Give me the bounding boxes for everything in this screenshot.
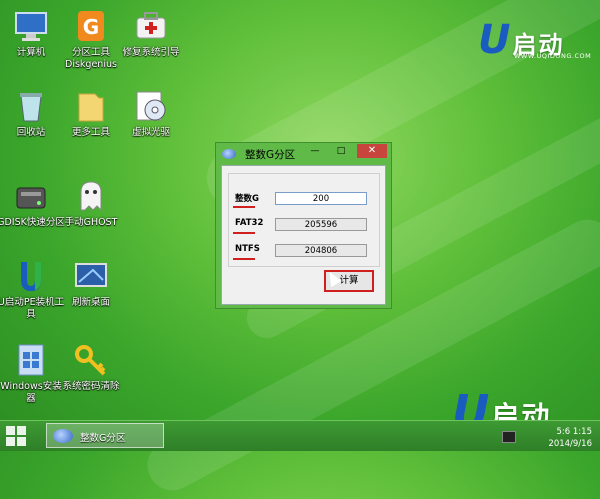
recycle-bin-icon: [13, 88, 49, 124]
close-button[interactable]: ✕: [357, 144, 387, 158]
u-installer-icon: [13, 258, 49, 294]
fat32-label: FAT32: [235, 218, 264, 228]
app-icon: [222, 149, 236, 159]
desktop-icon-repair-boot[interactable]: 修复系统引导: [116, 8, 186, 59]
key-icon: [73, 342, 109, 378]
size-input[interactable]: 200: [275, 192, 367, 205]
desktop-icon-refresh[interactable]: 刷新桌面: [56, 258, 126, 309]
dialog-title: 整数G分区: [245, 149, 296, 161]
refresh-desktop-icon: [73, 258, 109, 294]
minimize-button[interactable]: —: [305, 144, 325, 158]
brand-logo-top: U 启动 WWW.UQIDONG.COM: [478, 17, 592, 63]
ghost-icon: [73, 178, 109, 214]
tray-icon[interactable]: [502, 431, 516, 443]
dialog-titlebar[interactable]: 整数G分区 — □ ✕: [216, 143, 391, 165]
app-icon: [53, 429, 73, 443]
maximize-button[interactable]: □: [331, 144, 351, 158]
svg-text:G: G: [83, 15, 99, 39]
fat32-value: 205596: [275, 218, 367, 231]
desktop-icon-virtual-drive[interactable]: 虚拟光驱: [116, 88, 186, 139]
toolbox-icon: [133, 8, 169, 44]
clock[interactable]: 5:6 1:15 2014/9/16: [548, 426, 592, 450]
gdisk-icon: [13, 178, 49, 214]
folder-icon: [73, 88, 109, 124]
taskbar: 整数G分区 5:6 1:15 2014/9/16: [0, 420, 600, 451]
ntfs-underline: [233, 258, 255, 260]
taskbar-item-partition[interactable]: 整数G分区: [46, 423, 164, 448]
size-underline: [233, 206, 255, 208]
desktop-icon-password-clear[interactable]: 系统密码清除: [56, 342, 126, 393]
start-button[interactable]: [6, 426, 26, 446]
partition-dialog[interactable]: 整数G分区 — □ ✕ 整数G 200 FAT32 205596 NTFS 20…: [215, 142, 392, 309]
diskgenius-icon: G: [73, 8, 109, 44]
size-label: 整数G: [235, 194, 259, 204]
input-group: 整数G 200 FAT32 205596 NTFS 204806: [228, 173, 380, 267]
ntfs-value: 204806: [275, 244, 367, 257]
windows-installer-icon: [13, 342, 49, 378]
computer-icon: [13, 8, 49, 44]
fat32-underline: [233, 232, 255, 234]
dialog-client: 整数G 200 FAT32 205596 NTFS 204806 计算: [221, 165, 386, 305]
ntfs-label: NTFS: [235, 244, 260, 254]
desktop-icon-ghost[interactable]: 手动GHOST: [56, 178, 126, 229]
virtual-drive-icon: [133, 88, 169, 124]
